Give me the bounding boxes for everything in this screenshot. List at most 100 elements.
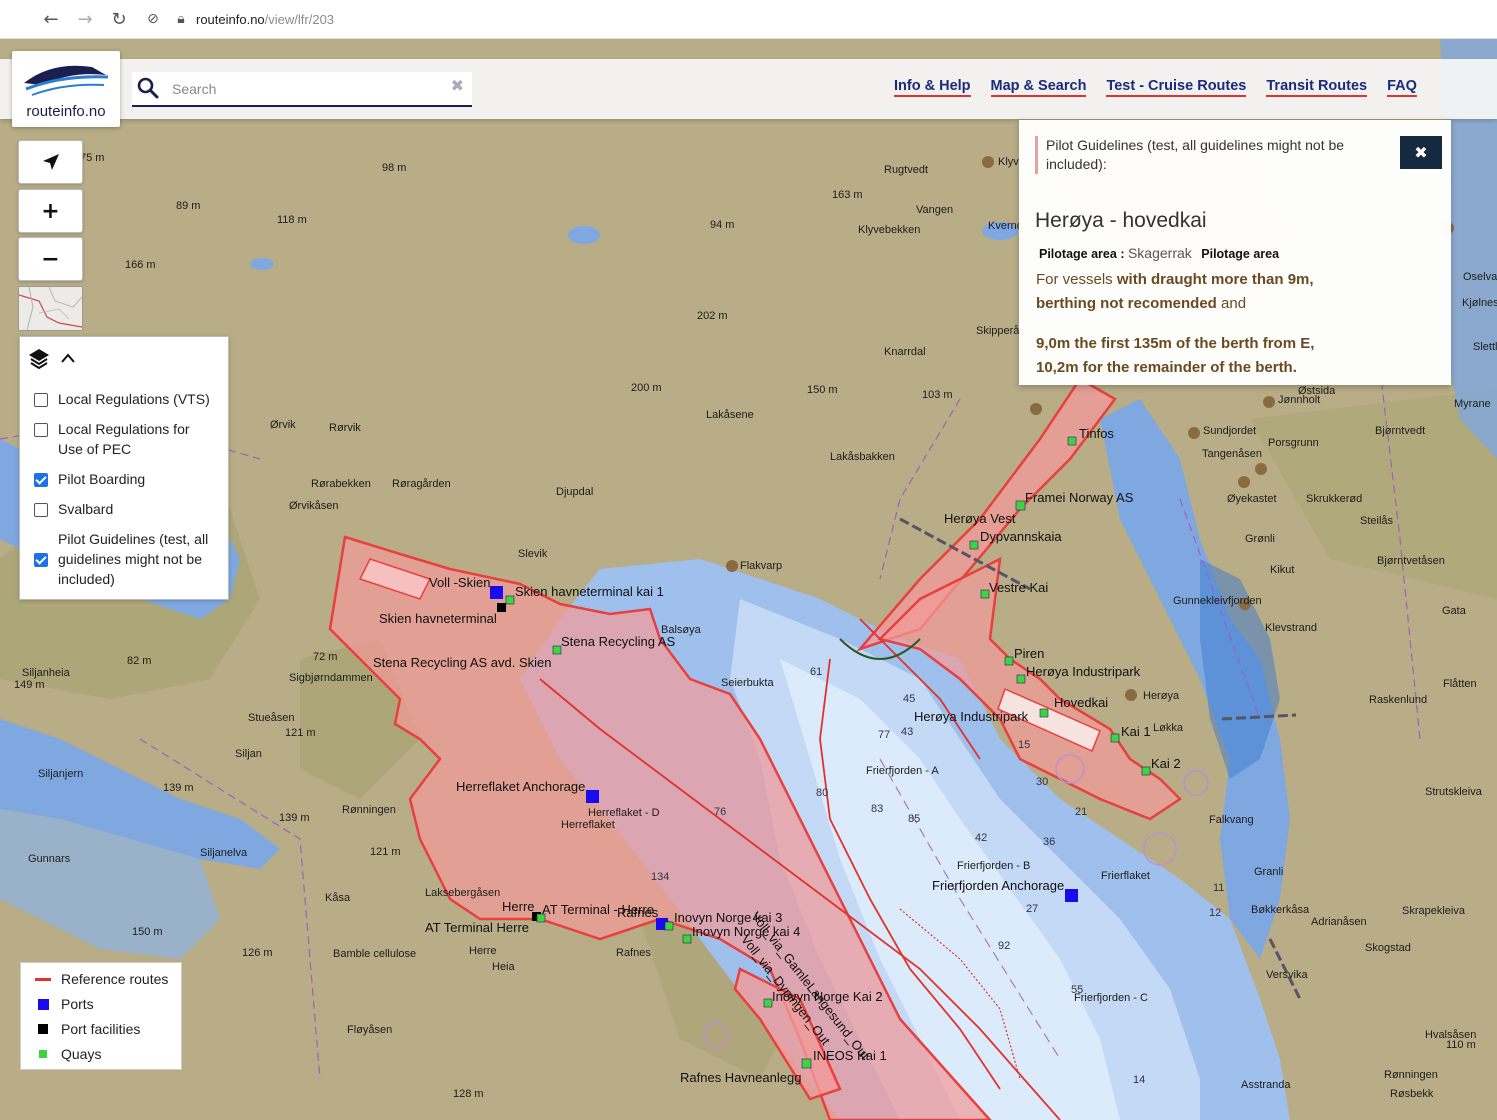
text-bold: 10,2m for the remainder of the berth. xyxy=(1036,359,1297,376)
place-name: Laksebergåsen xyxy=(425,887,501,899)
place-name: Sigbjørndammen xyxy=(289,672,373,684)
clear-search-icon[interactable]: ✖ xyxy=(451,76,464,95)
back-arrow-icon[interactable]: ← xyxy=(34,4,68,34)
place-name: Flakvarp xyxy=(740,560,783,572)
depth-sounding: 14 xyxy=(1133,1074,1146,1086)
layers-panel-header[interactable] xyxy=(28,347,76,369)
legend-item-quays: Quays xyxy=(35,1046,101,1062)
place-name: Rønningen xyxy=(1384,1069,1438,1081)
nav-info-help[interactable]: Info & Help xyxy=(894,78,971,97)
feature-name: Dypvannskaia xyxy=(980,529,1062,544)
place-name: Bjørntvetåsen xyxy=(1377,555,1445,567)
checkbox-checked[interactable] xyxy=(34,473,48,487)
address-bar[interactable]: routeinfo.no/view/lfr/203 xyxy=(196,12,334,27)
place-name: Vangen xyxy=(916,204,954,216)
zoom-out-button[interactable]: − xyxy=(18,237,83,281)
layer-toggle-local-regulations-vts[interactable]: Local Regulations (VTS) xyxy=(34,389,218,409)
text: For vessels xyxy=(1036,271,1113,288)
place-name: Sundjordet xyxy=(1203,425,1257,437)
port-facility-square-icon xyxy=(38,1024,48,1034)
place-name: Oselva xyxy=(1463,271,1497,283)
basemap-switcher[interactable] xyxy=(18,286,83,331)
feature-name: Vestre Kai xyxy=(989,580,1049,595)
feature-name: INEOS Kai 1 xyxy=(813,1048,887,1063)
place-name: Ørvik xyxy=(270,419,296,431)
place-name: Bjørntvedt xyxy=(1375,425,1426,437)
nav-map-search[interactable]: Map & Search xyxy=(990,78,1087,97)
depth-sounding: 11 xyxy=(1213,882,1225,894)
height-label: 139 m xyxy=(279,812,310,824)
depth-sounding: 134 xyxy=(651,871,670,883)
depth-sounding: 15 xyxy=(1018,739,1031,751)
place-name: Stueåsen xyxy=(248,712,295,724)
place-name: Granli xyxy=(1254,866,1284,878)
layer-toggle-local-regulations-pec[interactable]: Local Regulations for Use of PEC xyxy=(34,419,218,459)
height-label: 72 m xyxy=(313,651,338,663)
locate-button[interactable] xyxy=(18,140,83,184)
checkbox-checked[interactable] xyxy=(34,553,48,567)
checkbox[interactable] xyxy=(34,503,48,517)
pilotage-separator: : xyxy=(1120,247,1125,261)
site-info-icon[interactable]: ⊘ xyxy=(142,8,164,30)
place-name: Asstranda xyxy=(1241,1079,1291,1091)
layer-toggle-svalbard[interactable]: Svalbard xyxy=(34,499,218,519)
height-label: 128 m xyxy=(453,1088,484,1100)
place-name: Tangenåsen xyxy=(1202,448,1262,460)
place-name: Herøya xyxy=(1143,690,1180,702)
place-name: Skipperå xyxy=(976,325,1020,337)
layers-icon xyxy=(29,349,49,369)
nav-faq[interactable]: FAQ xyxy=(1387,78,1417,97)
depth-sounding: 76 xyxy=(714,806,727,818)
place-name: Ørvikåsen xyxy=(289,500,339,512)
checkbox[interactable] xyxy=(34,423,48,437)
depth-sounding: 83 xyxy=(871,803,884,815)
layer-toggle-pilot-boarding[interactable]: Pilot Boarding xyxy=(34,469,218,489)
guideline-paragraph-2: 9,0m the first 135m of the berth from E,… xyxy=(1036,332,1346,380)
navigation-arrow-icon xyxy=(42,154,59,170)
feature-name: Skien havneterminal xyxy=(379,611,497,626)
height-label: 89 m xyxy=(176,200,201,212)
forward-arrow-icon[interactable]: → xyxy=(68,4,102,34)
nav-test-cruise-routes[interactable]: Test - Cruise Routes xyxy=(1106,78,1247,97)
place-name: Heia xyxy=(492,961,515,973)
place-name: Flåtten xyxy=(1443,678,1477,690)
url-host: routeinfo.no xyxy=(196,11,265,27)
nav-transit-routes[interactable]: Transit Routes xyxy=(1266,78,1368,97)
layer-label: Pilot Boarding xyxy=(58,471,146,487)
search-input[interactable] xyxy=(170,76,434,102)
top-navigation: Info & Help Map & Search Test - Cruise R… xyxy=(894,78,1417,97)
feature-info-popup: Pilot Guidelines (test, all guidelines m… xyxy=(1019,120,1451,385)
chevron-up-icon[interactable] xyxy=(60,352,76,364)
height-label: 163 m xyxy=(832,189,863,201)
depth-sounding: 42 xyxy=(975,832,988,844)
layers-panel: Local Regulations (VTS) Local Regulation… xyxy=(19,336,229,600)
depth-sounding: 43 xyxy=(901,726,914,738)
checkbox[interactable] xyxy=(34,393,48,407)
feature-name: Frierfjorden - A xyxy=(866,765,939,777)
place-name: Øyekastet xyxy=(1227,493,1277,505)
zoom-in-button[interactable]: + xyxy=(18,189,83,233)
port-square-icon xyxy=(37,998,49,1010)
place-name: Gunnars xyxy=(28,853,71,865)
browser-toolbar: ← → ↻ ⊘ 🔒︎ routeinfo.no/view/lfr/203 xyxy=(0,0,1497,39)
search-icon[interactable] xyxy=(136,76,160,100)
feature-name: Kai 1 xyxy=(1121,724,1151,739)
depth-sounding: 21 xyxy=(1075,806,1088,818)
feature-name: AT Terminal Herre xyxy=(425,920,530,935)
route-line-icon xyxy=(35,977,51,981)
place-name: Knarrdal xyxy=(884,346,926,358)
place-name: Østsida xyxy=(1298,385,1336,397)
height-label: 126 m xyxy=(242,947,273,959)
routeinfo-logo[interactable]: routeinfo.no xyxy=(12,51,120,127)
text-bold: berthing not recomended xyxy=(1036,295,1217,312)
close-popup-button[interactable]: ✖ xyxy=(1400,136,1442,169)
logo-text: routeinfo.no xyxy=(26,103,106,120)
feature-name: Frierfjorden - C xyxy=(1074,992,1148,1004)
height-label: 103 m xyxy=(922,389,953,401)
place-name: Gata xyxy=(1442,605,1466,617)
place-name: Rørabekken xyxy=(311,478,371,490)
place-name: Røragården xyxy=(392,478,451,490)
legend-label: Ports xyxy=(61,996,94,1012)
layer-toggle-pilot-guidelines[interactable]: Pilot Guidelines (test, all guidelines m… xyxy=(34,529,218,589)
reload-icon[interactable]: ↻ xyxy=(102,4,136,34)
